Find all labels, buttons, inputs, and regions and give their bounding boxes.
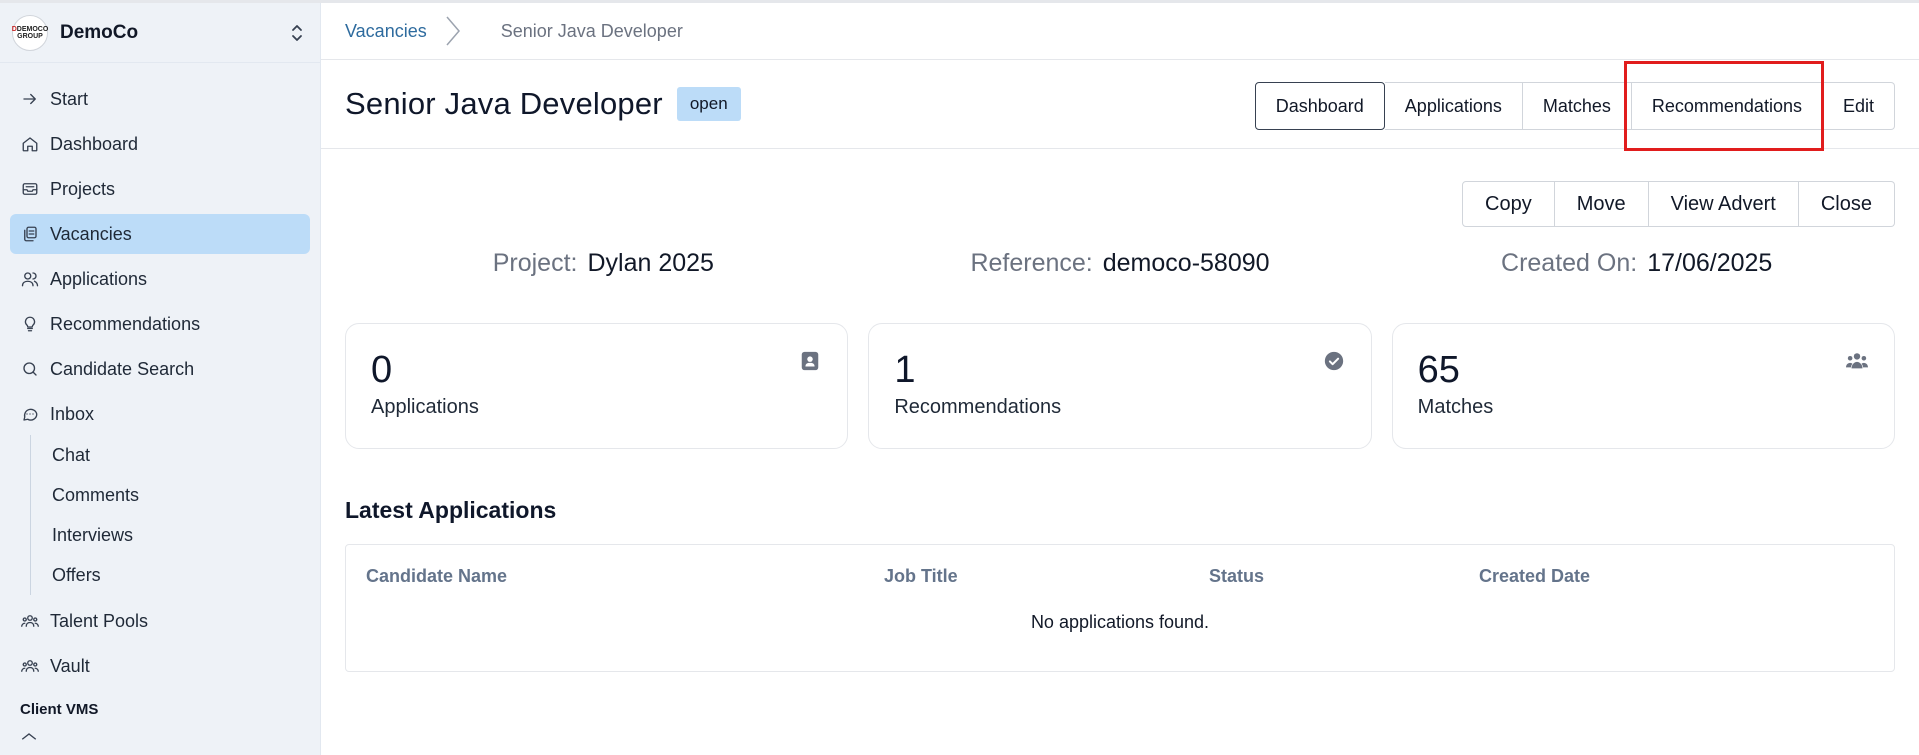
sidebar-item-label: Vacancies: [50, 223, 132, 244]
inbox-subnav: Chat Comments Interviews Offers: [30, 435, 320, 595]
clipboard-icon: [20, 224, 40, 244]
org-switcher[interactable]: DDEMOCO GROUP DemoCo: [0, 3, 320, 63]
meta-reference-label: Reference:: [970, 249, 1093, 277]
sidebar-item-candidate-search[interactable]: Candidate Search: [10, 349, 310, 389]
sidebar-item-applications[interactable]: Applications: [10, 259, 310, 299]
meta-created-label: Created On:: [1501, 249, 1638, 277]
lightbulb-icon: [20, 314, 40, 334]
vacancy-meta: Project: Dylan 2025 Reference: democo-5809…: [345, 249, 1895, 278]
sidebar-subitem-offers[interactable]: Offers: [52, 555, 320, 595]
sidebar-item-inbox[interactable]: Inbox: [10, 394, 310, 434]
stat-value: 0: [371, 349, 393, 391]
sidebar: DDEMOCO GROUP DemoCo Start Dashboard Proj…: [0, 3, 321, 755]
column-header-candidate-name[interactable]: Candidate Name: [366, 566, 884, 587]
vacancy-tabs: Dashboard Applications Matches Recommend…: [1254, 82, 1895, 130]
sidebar-subitem-chat[interactable]: Chat: [52, 435, 320, 475]
stat-card-matches[interactable]: 65 Matches: [1391, 323, 1895, 449]
sidebar-item-vault[interactable]: Vault: [10, 646, 310, 686]
sidebar-item-label: Candidate Search: [50, 358, 195, 379]
stat-card-recommendations[interactable]: 1 Recommendations: [868, 323, 1372, 449]
sidebar-item-label: Talent Pools: [50, 610, 149, 631]
sidebar-item-vacancies[interactable]: Vacancies: [10, 214, 310, 254]
table-header: Candidate Name Job Title Status Created …: [346, 545, 1894, 607]
latest-applications-title: Latest Applications: [345, 497, 557, 523]
meta-created-value: 17/06/2025: [1647, 249, 1773, 277]
home-icon: [20, 134, 40, 154]
sidebar-item-dashboard[interactable]: Dashboard: [10, 124, 310, 164]
copy-button[interactable]: Copy: [1462, 181, 1555, 227]
sidebar-item-label: Dashboard: [50, 133, 139, 154]
page-header: Senior Java Developer open Dashboard App…: [321, 60, 1919, 149]
stat-label: Matches: [1417, 396, 1494, 418]
column-header-job-title[interactable]: Job Title: [884, 566, 1209, 587]
inbox-tray-icon: [20, 179, 40, 199]
org-name: DemoCo: [60, 21, 139, 43]
check-badge-icon: [1324, 351, 1343, 371]
sidebar-item-truncated[interactable]: [10, 731, 310, 755]
tab-matches[interactable]: Matches: [1522, 82, 1632, 130]
stats-cards: 0 Applications 1 Recommendations 65 Matc…: [345, 323, 1895, 449]
view-advert-button[interactable]: View Advert: [1648, 181, 1799, 227]
empty-state-message: No applications found.: [1030, 612, 1210, 632]
sidebar-item-recommendations[interactable]: Recommendations: [10, 304, 310, 344]
column-header-status[interactable]: Status: [1209, 566, 1479, 587]
applications-table: Candidate Name Job Title Status Created …: [345, 544, 1895, 672]
chevron-up-down-icon[interactable]: [288, 22, 306, 44]
stat-value: 65: [1417, 349, 1460, 391]
sidebar-item-label: Start: [50, 88, 89, 109]
sidebar-item-label: Vault: [50, 655, 90, 676]
section-label-client-vms: Client VMS: [20, 701, 99, 718]
sidebar-subitem-comments[interactable]: Comments: [52, 475, 320, 515]
org-logo: DDEMOCO GROUP: [12, 14, 48, 51]
page-title: Senior Java Developer: [345, 86, 663, 121]
search-icon: [20, 359, 40, 379]
meta-project: Project: Dylan 2025: [345, 249, 862, 278]
stat-card-applications[interactable]: 0 Applications: [345, 323, 849, 449]
move-button[interactable]: Move: [1554, 181, 1649, 227]
stat-label: Recommendations: [894, 396, 1062, 418]
sidebar-subitem-interviews[interactable]: Interviews: [52, 515, 320, 555]
users-group-icon: [20, 611, 40, 631]
vacancy-actions: Copy Move View Advert Close: [1462, 181, 1895, 227]
contact-card-icon: [802, 351, 819, 371]
stat-value: 1: [894, 349, 916, 391]
arrow-right-icon: [20, 89, 40, 109]
close-button[interactable]: Close: [1798, 181, 1895, 227]
tab-edit[interactable]: Edit: [1822, 82, 1895, 130]
main-content: Vacancies Senior Java Developer Senior J…: [321, 3, 1919, 755]
tab-applications[interactable]: Applications: [1384, 82, 1523, 130]
status-badge: open: [676, 87, 741, 121]
breadcrumb-vacancies-link[interactable]: Vacancies: [345, 21, 427, 42]
column-header-created-date[interactable]: Created Date: [1479, 566, 1779, 587]
users-group-icon: [20, 656, 40, 676]
chevron-right-icon: [445, 16, 475, 46]
sidebar-item-start[interactable]: Start: [10, 79, 310, 119]
sidebar-item-talent-pools[interactable]: Talent Pools: [10, 601, 310, 641]
sidebar-item-label: Projects: [50, 178, 116, 199]
sidebar-item-projects[interactable]: Projects: [10, 169, 310, 209]
users-icon: [20, 269, 40, 289]
tab-recommendations[interactable]: Recommendations: [1631, 82, 1823, 130]
sidebar-nav: Start Dashboard Projects Vacancies Appli…: [0, 63, 320, 755]
sidebar-item-label: Inbox: [50, 403, 95, 424]
message-icon: [20, 404, 40, 424]
breadcrumb-current: Senior Java Developer: [500, 20, 683, 41]
sidebar-item-label: Recommendations: [50, 313, 201, 334]
breadcrumb: Vacancies Senior Java Developer: [321, 3, 1919, 60]
meta-reference: Reference: democo-58090: [862, 249, 1379, 278]
tab-dashboard[interactable]: Dashboard: [1254, 82, 1385, 130]
home-icon: [20, 731, 38, 754]
meta-project-value: Dylan 2025: [587, 249, 714, 277]
stat-label: Applications: [371, 396, 479, 418]
users-fill-icon: [1845, 353, 1868, 369]
sidebar-item-label: Applications: [50, 268, 148, 289]
meta-project-label: Project:: [492, 249, 578, 277]
meta-created: Created On: 17/06/2025: [1378, 249, 1895, 278]
meta-reference-value: democo-58090: [1102, 249, 1270, 277]
